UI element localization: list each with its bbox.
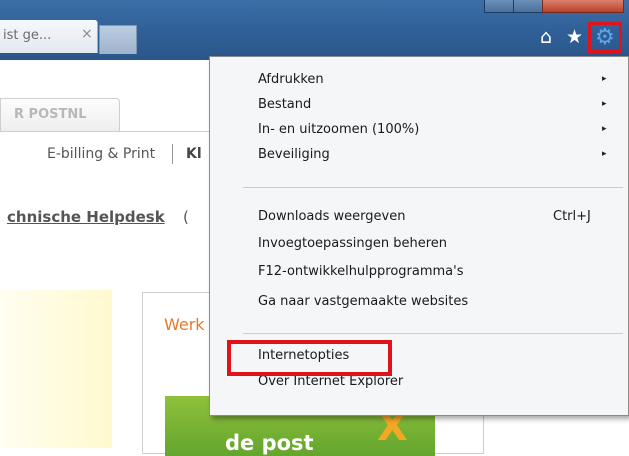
browser-tab[interactable]: ist ge... × [0, 20, 98, 53]
promo-text: de post [225, 431, 314, 455]
menu-item-afdrukken[interactable]: Afdrukken ▸ [210, 69, 628, 93]
menu-item-pinned-sites[interactable]: Ga naar vastgemaakte websites [210, 291, 628, 315]
menu-item-invoegtoepassingen[interactable]: Invoegtoepassingen beheren [210, 233, 628, 257]
tools-button-highlight[interactable]: ⚙ [588, 22, 622, 53]
page-tab-postnl[interactable]: R POSTNL [0, 98, 120, 131]
menu-item-label: In- en uitzoomen (100%) [258, 122, 420, 137]
menu-item-label: Bestand [258, 97, 312, 112]
helpdesk-link[interactable]: chnische Helpdesk [7, 208, 165, 226]
menu-item-downloads[interactable]: Downloads weergeven Ctrl+J [210, 206, 628, 230]
minimize-button[interactable] [484, 0, 514, 13]
close-window-button[interactable] [542, 0, 624, 13]
submenu-arrow-icon: ▸ [602, 74, 607, 84]
card-title: Werk [164, 315, 205, 334]
menu-shortcut: Ctrl+J [553, 209, 591, 224]
sidebar-panel [0, 290, 112, 448]
menu-item-label: Invoegtoepassingen beheren [258, 236, 448, 251]
tab-title: ist ge... [3, 28, 52, 43]
page-tab-label: R POSTNL [14, 107, 87, 122]
nav-link-klant[interactable]: Kl [186, 146, 202, 162]
maximize-button[interactable] [513, 0, 543, 13]
menu-item-label: Beveiliging [258, 147, 330, 162]
helpdesk-suffix: ( [183, 208, 189, 226]
menu-separator [243, 333, 623, 334]
menu-item-label: F12-ontwikkelhulpprogramma's [258, 264, 464, 279]
submenu-arrow-icon: ▸ [602, 124, 607, 134]
menu-item-label: Over Internet Explorer [258, 374, 404, 389]
gear-icon[interactable]: ⚙ [595, 27, 615, 49]
new-tab-button[interactable] [99, 25, 137, 54]
favorites-star-icon[interactable]: ★ [566, 28, 583, 47]
menu-item-label: Downloads weergeven [258, 209, 406, 224]
internetopties-highlight [227, 340, 392, 376]
menu-item-label: Afdrukken [258, 72, 324, 87]
nav-separator [172, 144, 173, 164]
menu-item-bestand[interactable]: Bestand ▸ [210, 94, 628, 118]
tab-close-icon[interactable]: × [81, 26, 93, 42]
menu-item-zoom[interactable]: In- en uitzoomen (100%) ▸ [210, 119, 628, 143]
menu-separator [243, 187, 623, 188]
submenu-arrow-icon: ▸ [602, 99, 607, 109]
nav-link-ebilling[interactable]: E-billing & Print [47, 146, 155, 162]
submenu-arrow-icon: ▸ [602, 149, 607, 159]
menu-item-f12-tools[interactable]: F12-ontwikkelhulpprogramma's [210, 261, 628, 285]
home-icon[interactable]: ⌂ [540, 28, 552, 47]
menu-item-beveiliging[interactable]: Beveiliging ▸ [210, 144, 628, 168]
browser-titlebar: ist ge... × ⌂ ★ ⚙ [0, 0, 629, 60]
menu-item-label: Ga naar vastgemaakte websites [258, 294, 469, 309]
